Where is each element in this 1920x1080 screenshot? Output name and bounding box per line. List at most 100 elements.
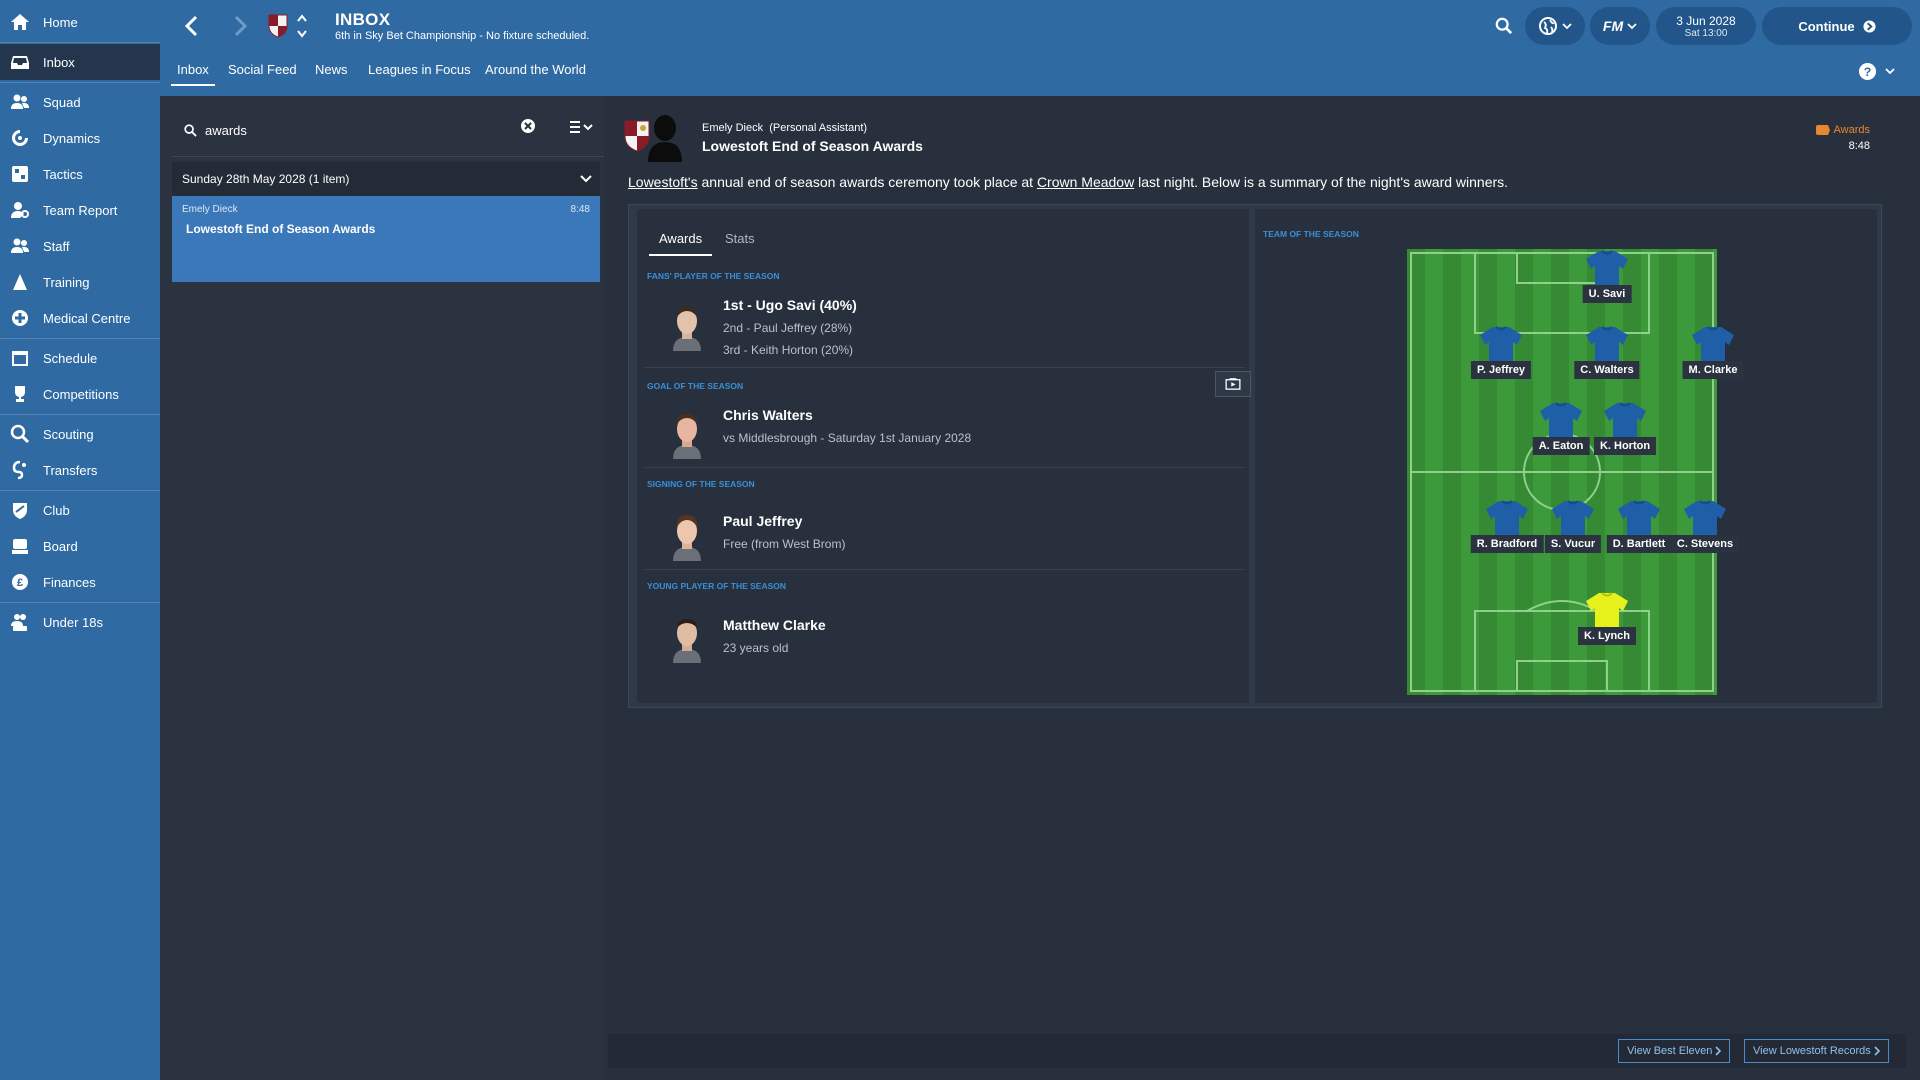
time-label: Sat 13:00 [1684,27,1728,39]
player-marker[interactable]: M. Clarke [1673,325,1753,381]
award-winner[interactable]: Paul Jeffrey [723,513,802,529]
continue-label: Continue [1798,18,1855,34]
back-button[interactable] [178,12,206,40]
list-item[interactable]: Emely Dieck 8:48 Lowestoft End of Season… [172,196,600,282]
club-crest-icon[interactable] [268,14,288,38]
sidebar-item-squad[interactable]: Squad [0,84,160,120]
page-subtitle: 6th in Sky Bet Championship - No fixture… [335,30,590,42]
sidebar-item-club[interactable]: Club [0,492,160,528]
team-report-icon [9,199,31,221]
help-button[interactable]: ? [1858,60,1902,82]
continue-button[interactable]: Continue [1762,7,1912,45]
sidebar-item-staff[interactable]: Staff [0,228,160,264]
sidebar-item-label: Medical Centre [43,310,131,326]
scouting-icon [9,423,31,445]
tab-news[interactable]: News [315,62,348,77]
view-best-eleven-button[interactable]: View Best Eleven [1618,1039,1731,1063]
player-marker[interactable]: P. Jeffrey [1461,325,1541,381]
search-button[interactable] [1490,12,1518,40]
fm-menu-button[interactable]: FM [1590,7,1650,45]
sidebar-item-tactics[interactable]: Tactics [0,156,160,192]
svg-text:?: ? [1864,64,1872,78]
shirt-icon [1586,250,1628,288]
player-name: D. Bartlett [1606,535,1672,553]
player-face[interactable] [667,299,707,351]
group-label: Sunday 28th May 2028 (1 item) [182,172,350,186]
game-date[interactable]: 3 Jun 2028 Sat 13:00 [1656,7,1756,45]
message-sender: Emely Dieck [182,204,238,215]
player-marker[interactable]: C. Walters [1567,325,1647,381]
sidebar-item-dynamics[interactable]: Dynamics [0,120,160,156]
shirt-icon [1586,326,1628,364]
chevron-down-icon [1562,23,1572,29]
search-icon [1495,17,1513,35]
player-name: A. Eaton [1532,437,1590,455]
tab-inbox[interactable]: Inbox [171,62,215,86]
sidebar-item-medical-centre[interactable]: Medical Centre [0,300,160,336]
club-link[interactable]: Lowestoft's [628,174,698,190]
under18s-icon [9,611,31,633]
tab-awards[interactable]: Awards [648,231,713,256]
tab-stats[interactable]: Stats [725,231,755,246]
player-marker[interactable]: K. Horton [1585,401,1665,457]
player-marker[interactable]: U. Savi [1567,249,1647,305]
avatar[interactable] [646,112,684,162]
sidebar-item-under-18s[interactable]: Under 18s [0,604,160,640]
sidebar-item-inbox[interactable]: Inbox [0,44,160,80]
arrow-right-circle-icon [1863,19,1876,33]
chevron-down-icon [580,175,592,183]
player-face[interactable] [667,611,707,663]
team-of-season-panel: Team of the Season [1255,209,1877,703]
team-switch-icon[interactable] [296,12,308,40]
tab-leagues-in-focus[interactable]: Leagues in Focus [368,62,471,77]
sidebar-item-competitions[interactable]: Competitions [0,376,160,412]
inbox-list-panel: Sunday 28th May 2028 (1 item) Emely Diec… [168,104,604,1080]
sidebar-item-team-report[interactable]: Team Report [0,192,160,228]
sidebar-item-label: Schedule [43,350,98,366]
trophy-icon [9,383,31,405]
sidebar-item-transfers[interactable]: Transfers [0,452,160,488]
sidebar-item-finances[interactable]: £ Finances [0,564,160,600]
divider [645,569,1245,570]
message-group-header[interactable]: Sunday 28th May 2028 (1 item) [172,162,600,196]
sidebar-item-label: Tactics [43,166,83,182]
player-marker[interactable]: C. Stevens [1665,499,1745,555]
sidebar-item-scouting[interactable]: Scouting [0,416,160,452]
globe-icon [1539,17,1557,35]
stadium-link[interactable]: Crown Meadow [1037,174,1134,190]
player-name: S. Vucur [1544,535,1602,553]
shirt-icon [1692,326,1734,364]
search-input[interactable] [205,122,495,138]
inbox-search[interactable] [172,108,548,152]
sidebar-item-home[interactable]: Home [0,4,160,40]
forward-button[interactable] [226,12,254,40]
sidebar-item-training[interactable]: Training [0,264,160,300]
watch-goal-button[interactable] [1215,371,1251,397]
player-face[interactable] [667,407,707,459]
message-header: Emely Dieck (Personal Assistant) Lowesto… [624,106,1914,166]
clear-search-icon[interactable] [520,118,536,134]
sidebar-divider [0,414,160,415]
tab-around-the-world[interactable]: Around the World [485,62,586,77]
player-face[interactable] [667,509,707,561]
world-menu-button[interactable] [1525,7,1585,45]
award-detail: 3rd - Keith Horton (20%) [723,343,854,357]
sidebar-item-schedule[interactable]: Schedule [0,340,160,376]
award-detail: 23 years old [723,641,789,655]
shirt-icon [1618,500,1660,538]
award-winner[interactable]: Matthew Clarke [723,617,826,633]
inbox-icon [9,51,31,73]
shirt-icon [1586,592,1628,630]
award-winner[interactable]: Chris Walters [723,407,813,423]
view-records-button[interactable]: View Lowestoft Records [1744,1039,1889,1063]
player-marker[interactable]: K. Lynch [1567,591,1647,647]
tab-social-feed[interactable]: Social Feed [228,62,297,77]
player-name: K. Horton [1593,437,1657,455]
sidebar-item-board[interactable]: Board [0,528,160,564]
footer-bar: View Best Eleven View Lowestoft Records [608,1034,1906,1068]
sidebar-item-label: Staff [43,238,70,254]
award-winner[interactable]: 1st - Ugo Savi (40%) [723,297,857,313]
sender-name[interactable]: Emely Dieck (Personal Assistant) [702,122,867,134]
sidebar: Home Inbox Squad Dynamics Tactics Team R… [0,0,160,1080]
filter-menu-icon[interactable] [568,118,598,136]
